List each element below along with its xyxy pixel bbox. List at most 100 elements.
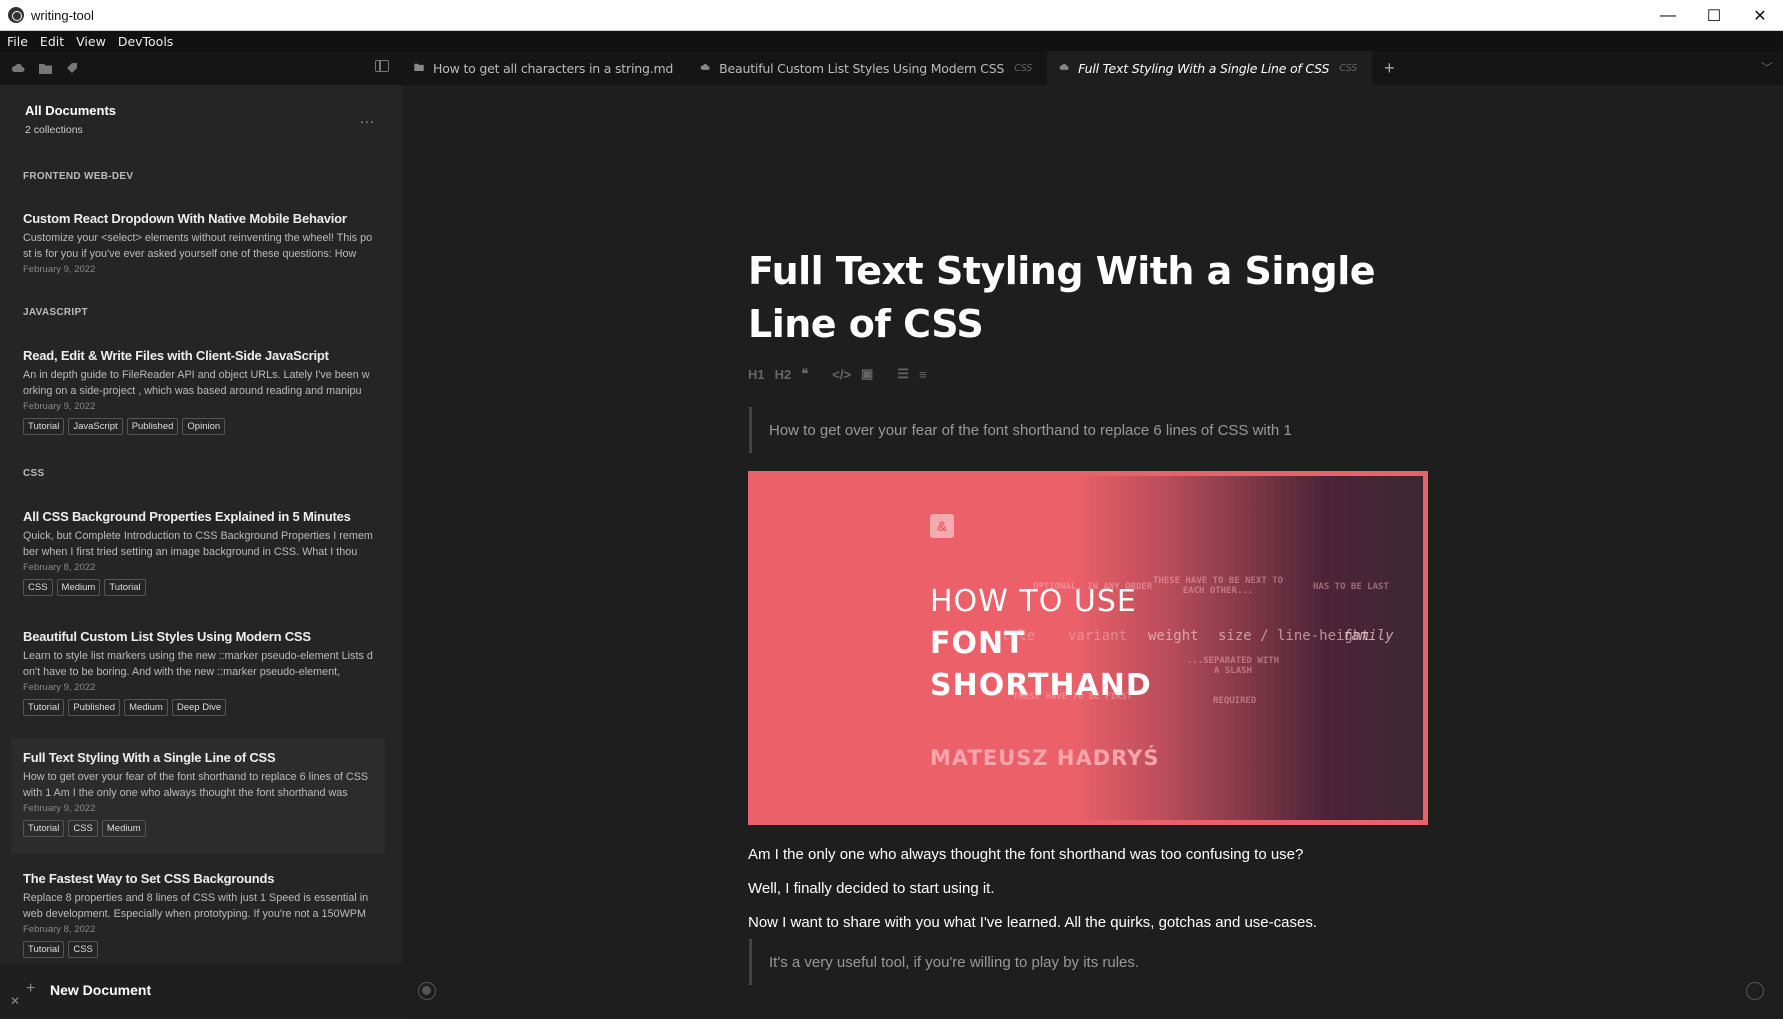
doc-title: The Fastest Way to Set CSS Backgrounds bbox=[23, 871, 275, 886]
folder-icon bbox=[414, 63, 424, 74]
more-options-icon[interactable]: ... bbox=[360, 110, 375, 126]
minimize-button[interactable]: — bbox=[1645, 0, 1691, 31]
tab-tag: CSS bbox=[1014, 62, 1033, 74]
blockquote[interactable]: It's a very useful tool, if you're willi… bbox=[749, 939, 1429, 985]
tag-badge[interactable]: Published bbox=[126, 418, 179, 435]
tab-full-text-styling[interactable]: Full Text Styling With a Single Line of … bbox=[1047, 51, 1373, 85]
tag-badge[interactable]: Tutorial bbox=[23, 941, 65, 958]
doc-title: Full Text Styling With a Single Line of … bbox=[23, 750, 276, 765]
list-item[interactable]: Custom React Dropdown With Native Mobile… bbox=[11, 199, 385, 275]
diagram-style: style bbox=[993, 628, 1036, 644]
sidebar-toggle-icon[interactable] bbox=[375, 60, 389, 72]
paragraph[interactable]: Am I the only one who always thought the… bbox=[748, 846, 1303, 863]
tag-badge[interactable]: CSS bbox=[23, 579, 53, 596]
tab-how-to-get-all-characters[interactable]: How to get all characters in a string.md bbox=[402, 51, 688, 85]
code-icon[interactable]: </> bbox=[832, 367, 851, 382]
quote-icon[interactable]: ❝ bbox=[801, 366, 808, 382]
format-toolbar: H1 H2 ❝ </> ▣ ☰ ≡ bbox=[748, 366, 937, 382]
doc-excerpt: Learn to style list markers using the ne… bbox=[23, 650, 373, 678]
tag-icon[interactable] bbox=[63, 59, 81, 77]
diagram-note-last: HAS TO BE LAST bbox=[1313, 582, 1389, 592]
tag-badge[interactable]: Deep Dive bbox=[171, 699, 227, 716]
subtitle-blockquote[interactable]: How to get over your fear of the font sh… bbox=[749, 407, 1429, 453]
paragraph[interactable]: Well, I finally decided to start using i… bbox=[748, 880, 995, 897]
list-item-selected[interactable]: Full Text Styling With a Single Line of … bbox=[11, 738, 385, 854]
tag-badge[interactable]: Tutorial bbox=[23, 699, 65, 716]
tag-badge[interactable]: Tutorial bbox=[23, 418, 65, 435]
document-title[interactable]: Full Text Styling With a Single Line of … bbox=[748, 245, 1448, 351]
cloud-icon[interactable] bbox=[9, 59, 27, 77]
diagram-note-optional: OPTIONAL, IN ANY ORDER bbox=[1033, 582, 1153, 592]
image-icon[interactable]: ▣ bbox=[861, 366, 873, 382]
tag-badge[interactable]: CSS bbox=[68, 941, 98, 958]
maximize-button[interactable]: ☐ bbox=[1691, 0, 1737, 31]
sidebar-subtitle: 2 collections bbox=[25, 124, 83, 136]
tag-badge[interactable]: Published bbox=[68, 699, 121, 716]
tab-bar: How to get all characters in a string.md… bbox=[402, 51, 1783, 85]
tag-badge[interactable]: Medium bbox=[101, 820, 146, 837]
doc-excerpt: An in depth guide to FileReader API and … bbox=[23, 369, 370, 397]
menu-devtools[interactable]: DevTools bbox=[118, 34, 174, 49]
doc-date: February 9, 2022 bbox=[23, 401, 96, 412]
bullet-list-icon[interactable]: ☰ bbox=[897, 366, 909, 382]
diagram-note-required: REQUIRED bbox=[1213, 696, 1257, 706]
tab-label: How to get all characters in a string.md bbox=[433, 60, 674, 76]
paragraph[interactable]: Now I want to share with you what I've l… bbox=[748, 914, 1317, 931]
tag-badge[interactable]: JavaScript bbox=[68, 418, 123, 435]
tag-badge[interactable]: Opinion bbox=[182, 418, 226, 435]
cloud-icon bbox=[700, 63, 710, 74]
list-item[interactable]: All CSS Background Properties Explained … bbox=[11, 497, 385, 596]
window-titlebar: writing-tool — ☐ ✕ bbox=[0, 0, 1783, 31]
cloud-icon bbox=[1059, 63, 1069, 74]
group-label-javascript: JAVASCRIPT bbox=[23, 307, 88, 318]
numbered-list-icon[interactable]: ≡ bbox=[919, 367, 927, 382]
add-tab-button[interactable]: + bbox=[1372, 51, 1407, 85]
subtitle-text: How to get over your fear of the font sh… bbox=[769, 421, 1292, 439]
menu-bar: File Edit View DevTools bbox=[0, 31, 1783, 51]
tab-beautiful-custom-list-styles[interactable]: Beautiful Custom List Styles Using Moder… bbox=[688, 51, 1047, 85]
doc-date: February 9, 2022 bbox=[23, 264, 96, 275]
chevron-down-icon[interactable]: ﹀ bbox=[1761, 59, 1773, 76]
doc-excerpt: Replace 8 properties and 8 lines of CSS … bbox=[23, 892, 369, 920]
sidebar-header: All Documents 2 collections bbox=[25, 103, 116, 136]
new-document-label: New Document bbox=[50, 982, 152, 998]
list-item[interactable]: Read, Edit & Write Files with Client-Sid… bbox=[11, 336, 385, 435]
blockquote-text: It's a very useful tool, if you're willi… bbox=[769, 953, 1140, 971]
menu-edit[interactable]: Edit bbox=[40, 34, 64, 49]
plus-icon: + bbox=[26, 980, 36, 997]
heading1-icon[interactable]: H1 bbox=[748, 367, 765, 382]
tools-icon[interactable]: ✕ bbox=[10, 994, 20, 1008]
close-button[interactable]: ✕ bbox=[1737, 0, 1783, 31]
list-item[interactable]: The Fastest Way to Set CSS Backgrounds R… bbox=[11, 859, 385, 958]
diagram-note-first: THESE HAVE TO BE FIRST bbox=[1013, 692, 1133, 702]
tag-badge[interactable]: Medium bbox=[124, 699, 168, 716]
doc-title: All CSS Background Properties Explained … bbox=[23, 509, 351, 524]
tag-badge[interactable]: Medium bbox=[56, 579, 101, 596]
new-document-button[interactable]: + New Document ✕ bbox=[0, 964, 402, 1019]
folder-icon[interactable] bbox=[36, 59, 54, 77]
doc-tags: Tutorial Published Medium Deep Dive bbox=[23, 699, 373, 716]
tab-label: Beautiful Custom List Styles Using Moder… bbox=[719, 60, 1005, 76]
doc-title: Custom React Dropdown With Native Mobile… bbox=[23, 211, 347, 226]
editor[interactable]: Full Text Styling With a Single Line of … bbox=[402, 85, 1783, 1019]
list-item[interactable]: Beautiful Custom List Styles Using Moder… bbox=[11, 617, 385, 716]
menu-file[interactable]: File bbox=[7, 34, 28, 49]
tag-badge[interactable]: CSS bbox=[68, 820, 98, 837]
tag-badge[interactable]: Tutorial bbox=[104, 579, 146, 596]
diagram-note-slash: ...SEPARATED WITH A SLASH bbox=[1186, 656, 1280, 676]
sidebar: All Documents 2 collections ... FRONTEND… bbox=[0, 85, 402, 1019]
group-label-frontend: FRONTEND WEB-DEV bbox=[23, 171, 134, 182]
diagram-note-next: THESE HAVE TO BE NEXT TO EACH OTHER... bbox=[1152, 576, 1284, 596]
scroll-indicator-icon[interactable] bbox=[1746, 982, 1764, 1000]
diagram-family: family bbox=[1343, 628, 1394, 644]
hero-image[interactable]: & HOW TO USE FONT SHORTHAND MATEUSZ HADR… bbox=[748, 471, 1428, 825]
doc-date: February 8, 2022 bbox=[23, 562, 96, 573]
doc-excerpt: Quick, but Complete Introduction to CSS … bbox=[23, 530, 373, 558]
tag-badge[interactable]: Tutorial bbox=[23, 820, 65, 837]
tab-tag: CSS bbox=[1339, 62, 1358, 74]
doc-tags: CSS Medium Tutorial bbox=[23, 579, 373, 596]
menu-view[interactable]: View bbox=[76, 34, 106, 49]
ampersand-logo-icon: & bbox=[930, 514, 954, 538]
heading2-icon[interactable]: H2 bbox=[775, 367, 792, 382]
status-indicator-icon[interactable] bbox=[418, 982, 436, 1000]
